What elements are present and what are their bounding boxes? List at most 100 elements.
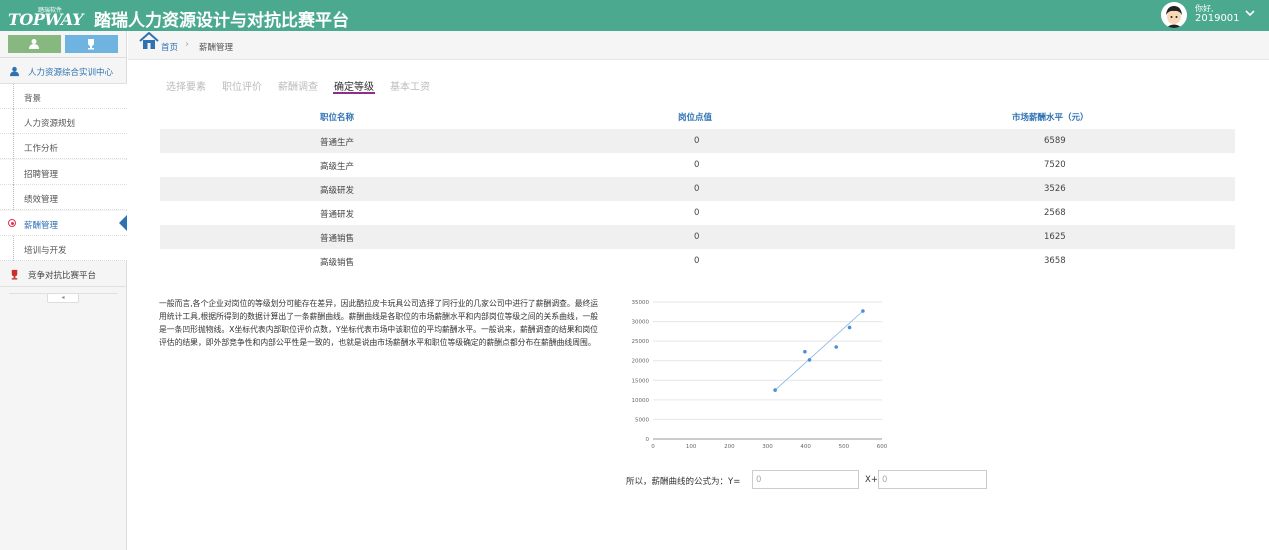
x-tick-label: 600 [877,444,888,450]
y-tick-label: 15000 [632,378,650,384]
tab-select-factors[interactable]: 选择要素 [166,78,206,94]
y-tick-label: 30000 [632,320,650,326]
trend-line [774,310,864,391]
x-tick-label: 400 [800,444,811,450]
column-header-market-salary: 市场薪酬水平（元） [1012,113,1089,123]
trophy-icon [11,269,18,280]
x-tick-label: 500 [839,444,850,450]
y-tick-label: 0 [646,437,650,443]
top-bar: 踏瑞软件 TOPWAY 踏瑞人力资源设计与对抗比赛平台 你好, 2019001 [0,0,1269,31]
table-row: 普通销售 0 1625 [160,225,1235,249]
sidebar-item-label: 工作分析 [24,144,59,154]
user-icon [9,66,20,77]
cell-market-salary: 6589 [1044,136,1066,146]
y-tick-label: 10000 [632,398,650,404]
sidebar-shortcuts [0,31,127,58]
data-point [773,388,777,392]
sidebar-item-hr-planning[interactable]: 人力资源规划 [0,109,127,134]
cell-market-salary: 2568 [1044,208,1066,218]
trophy-icon [88,39,94,50]
column-header-position: 职位名称 [320,113,355,123]
table-row: 普通生产 0 6589 [160,129,1235,153]
sidebar-section-label: 人力资源综合实训中心 [28,68,114,78]
cell-position: 高级生产 [320,162,355,172]
logo-text: TOPWAY [8,10,83,29]
formula-x-plus: X+ [865,475,878,485]
tab-salary-survey[interactable]: 薪酬调查 [278,78,318,94]
avatar[interactable] [1161,2,1187,28]
sidebar-item-label: 绩效管理 [24,195,59,205]
data-point [807,358,812,362]
table-row: 高级研发 0 3526 [160,177,1235,201]
breadcrumb-separator-icon: › [185,39,189,50]
cell-points: 0 [694,208,700,218]
x-tick-label: 0 [651,444,655,450]
sidebar-item-background[interactable]: 背景 [0,84,127,109]
user-id[interactable]: 2019001 [1195,13,1240,24]
cell-position: 普通研发 [320,210,355,220]
sidebar-item-label: 招聘管理 [24,170,59,180]
sidebar-item-label: 背景 [24,94,42,104]
breadcrumb: 首页 › 薪酬管理 [128,31,1269,60]
active-indicator-icon [8,219,16,227]
y-tick-label: 25000 [632,339,650,345]
sidebar-collapse-button[interactable]: ◂ [47,293,79,303]
data-point [803,349,807,354]
sidebar-collapse: ◂ [9,293,118,303]
home-icon[interactable] [139,32,159,50]
tab-base-salary[interactable]: 基本工资 [390,78,430,94]
cell-points: 0 [694,256,700,266]
cell-market-salary: 3526 [1044,184,1066,194]
app-title: 踏瑞人力资源设计与对抗比赛平台 [94,11,349,31]
cell-position: 高级销售 [320,258,355,268]
tab-determine-grade[interactable]: 确定等级 [333,78,375,94]
formula-label: 所以，薪酬曲线的公式为：Y= [626,477,741,487]
table-row: 普通研发 0 2568 [160,201,1235,225]
description-text: 一般而言,各个企业对岗位的等级划分可能存在差异，因此酷拉皮卡玩具公司选择了同行业… [159,299,599,347]
y-tick-label: 5000 [635,417,649,423]
sidebar-section-label: 竞争对抗比赛平台 [28,271,97,281]
data-point [847,325,852,330]
data-point [834,345,838,349]
sidebar-item-performance[interactable]: 绩效管理 [0,185,127,210]
formula-slope-input[interactable] [752,470,859,489]
user-icon [29,39,39,49]
sidebar-item-label: 培训与开发 [24,246,67,256]
x-tick-label: 200 [724,444,735,450]
sidebar-section-competition[interactable]: 竞争对抗比赛平台 [0,262,127,287]
shortcut-trophy-button[interactable] [65,35,118,53]
cell-points: 0 [694,184,700,194]
formula-intercept-input[interactable] [878,470,987,489]
cell-position: 普通生产 [320,138,355,148]
active-arrow-icon [119,215,127,231]
sidebar-item-job-analysis[interactable]: 工作分析 [0,134,127,159]
data-point [861,309,865,313]
column-header-points: 岗位点值 [678,113,713,123]
cell-position: 高级研发 [320,186,355,196]
cell-points: 0 [694,136,700,146]
y-tick-label: 20000 [632,359,650,365]
cell-points: 0 [694,160,700,170]
sidebar-item-recruitment[interactable]: 招聘管理 [0,160,127,185]
chevron-down-icon[interactable] [1243,6,1257,20]
cell-market-salary: 3658 [1044,256,1066,266]
table-row: 高级生产 0 7520 [160,153,1235,177]
cell-market-salary: 1625 [1044,232,1066,242]
sidebar-item-training[interactable]: 培训与开发 [0,236,127,261]
topway-logo[interactable]: 踏瑞软件 TOPWAY [8,4,83,29]
shortcut-user-button[interactable] [8,35,61,53]
breadcrumb-current: 薪酬管理 [199,43,234,53]
cell-position: 普通销售 [320,234,355,244]
tab-job-evaluation[interactable]: 职位评价 [222,78,262,94]
x-tick-label: 100 [686,444,697,450]
breadcrumb-home-link[interactable]: 首页 [161,41,178,53]
cell-market-salary: 7520 [1044,160,1066,170]
sidebar-section-hr-center[interactable]: 人力资源综合实训中心 [0,59,127,84]
sidebar-item-label: 薪酬管理 [24,221,59,231]
table-row: 高级销售 0 3658 [160,249,1235,273]
sidebar-item-compensation[interactable]: 薪酬管理 [0,211,127,236]
sidebar-item-label: 人力资源规划 [24,119,76,129]
salary-curve-chart: 0 5000 10000 15000 20000 25000 30000 35000 0 100 2… [632,300,888,450]
y-tick-label: 35000 [632,300,650,306]
sidebar: 人力资源综合实训中心 背景 人力资源规划 工作分析 招聘管理 绩效管理 薪酬管理… [0,31,127,550]
